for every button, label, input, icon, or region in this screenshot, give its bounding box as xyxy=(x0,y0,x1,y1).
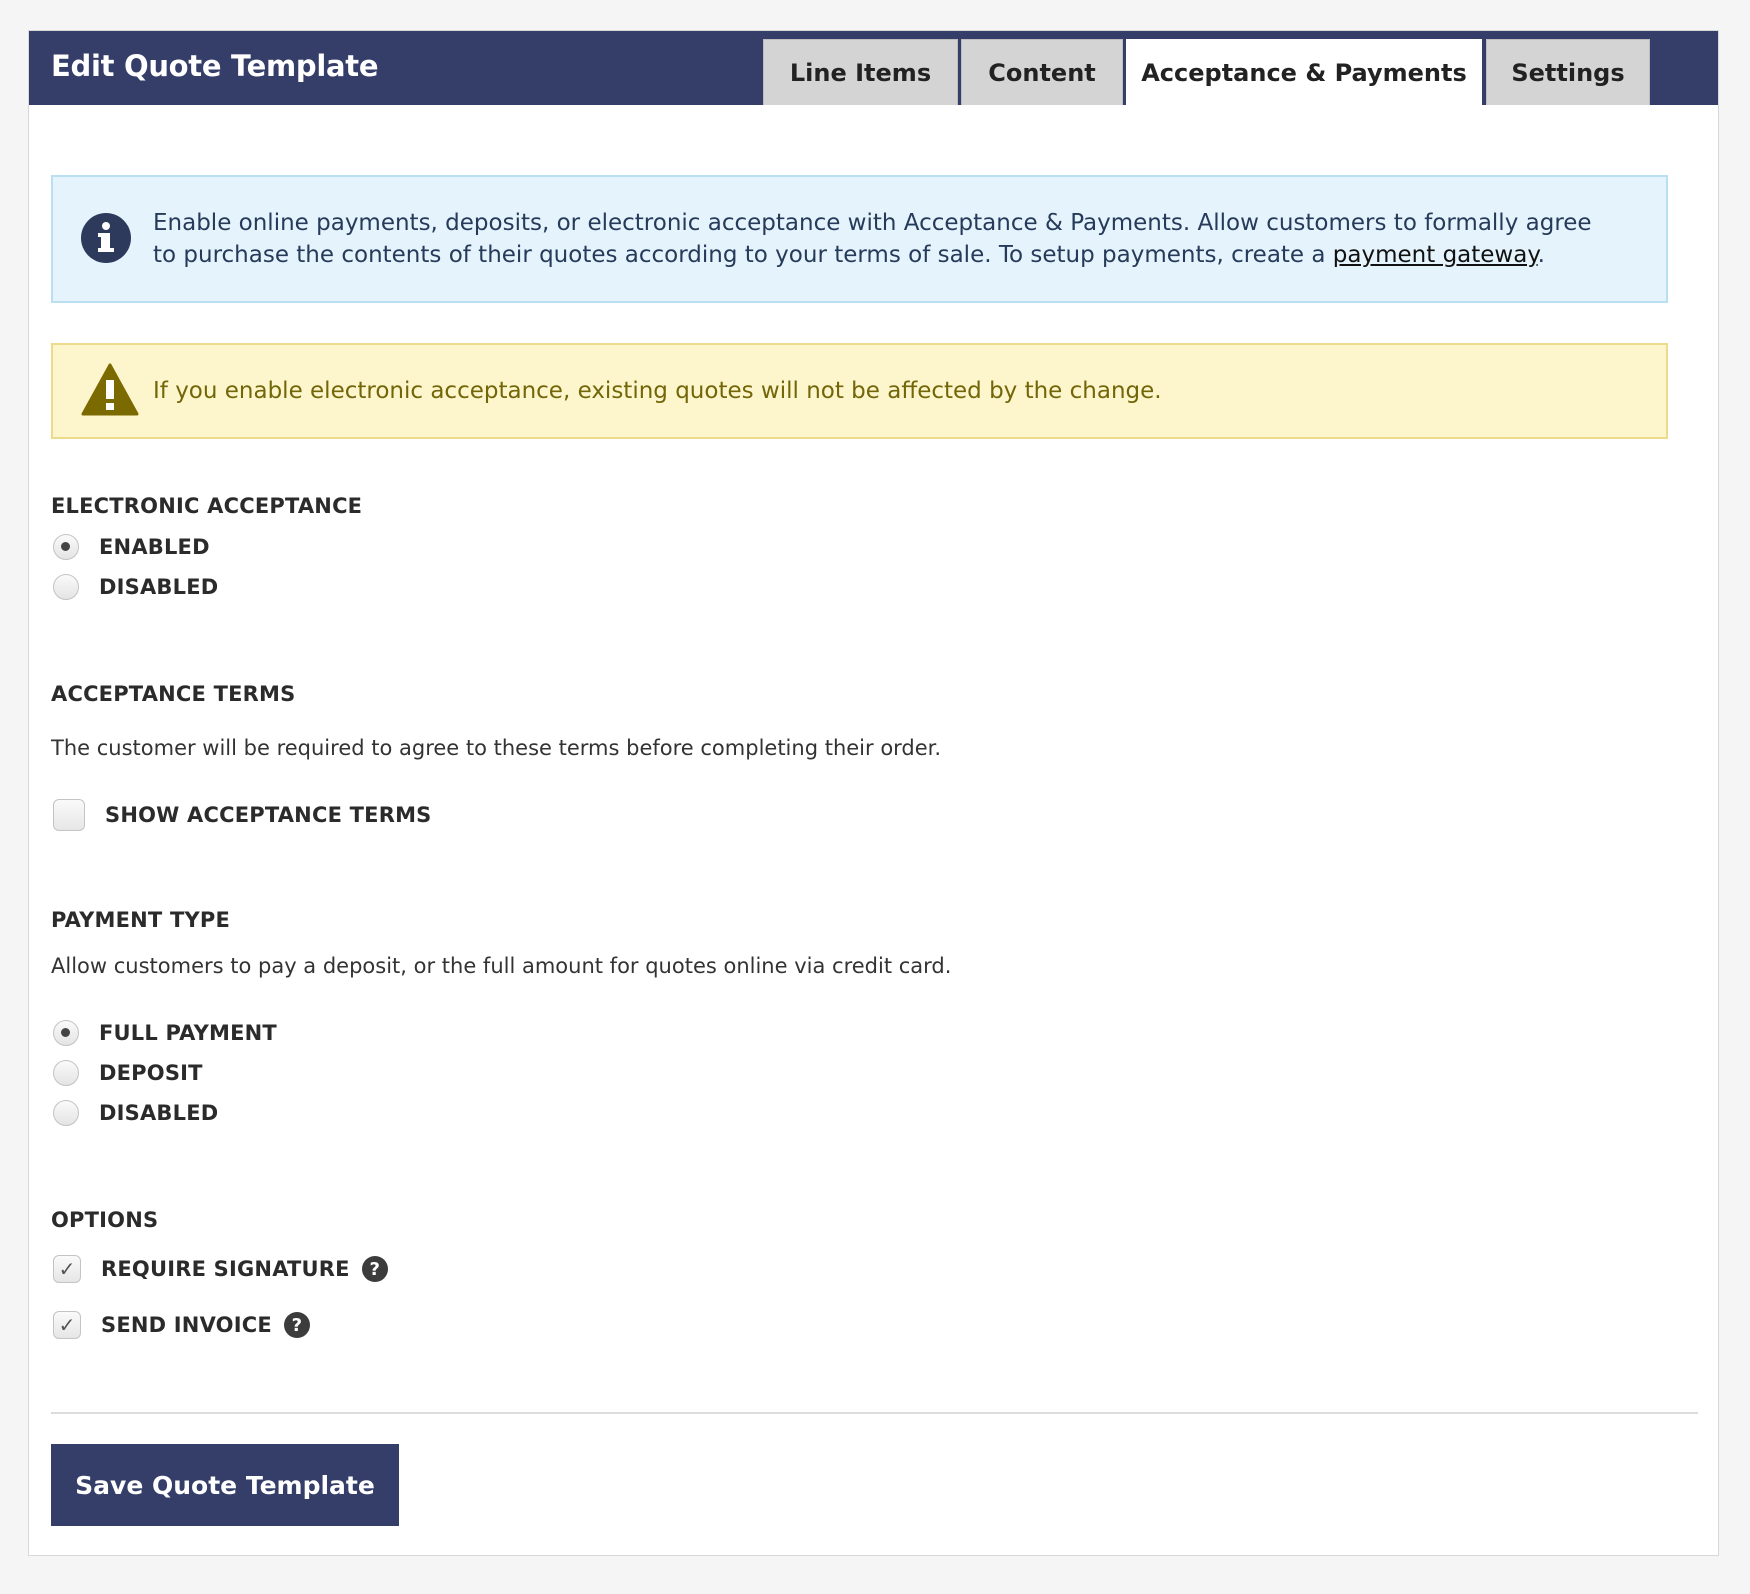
electronic-acceptance-enabled-radio[interactable] xyxy=(53,534,79,560)
payment-disabled-option[interactable]: DISABLED xyxy=(53,1097,218,1129)
save-quote-template-button[interactable]: Save Quote Template xyxy=(51,1444,399,1526)
send-invoice-help-icon[interactable]: ? xyxy=(283,1312,310,1338)
payment-deposit-label: DEPOSIT xyxy=(99,1061,203,1085)
payment-gateway-link[interactable]: payment gateway xyxy=(1333,242,1538,268)
require-signature-help-icon[interactable]: ? xyxy=(361,1256,388,1282)
acceptance-terms-heading: ACCEPTANCE TERMS xyxy=(51,682,296,706)
warning-alert: If you enable electronic acceptance, exi… xyxy=(51,343,1668,439)
tab-acceptance-payments[interactable]: Acceptance & Payments xyxy=(1126,39,1482,105)
payment-disabled-radio[interactable] xyxy=(53,1100,79,1126)
show-acceptance-terms-checkbox[interactable] xyxy=(53,799,85,831)
info-alert-period: . xyxy=(1537,242,1545,268)
send-invoice-label: SEND INVOICE xyxy=(101,1313,272,1337)
tab-content[interactable]: Content xyxy=(961,39,1123,105)
require-signature-checkbox[interactable]: ✓ xyxy=(53,1255,81,1283)
electronic-acceptance-heading: ELECTRONIC ACCEPTANCE xyxy=(51,494,363,518)
footer-divider xyxy=(51,1412,1698,1414)
quote-template-panel: Edit Quote Template Line Items Content A… xyxy=(28,30,1719,1556)
info-icon xyxy=(81,213,131,272)
page-title: Edit Quote Template xyxy=(51,49,379,83)
warning-alert-text: If you enable electronic acceptance, exi… xyxy=(153,378,1162,404)
send-invoice-checkbox[interactable]: ✓ xyxy=(53,1311,81,1339)
payment-deposit-radio[interactable] xyxy=(53,1060,79,1086)
payment-full-option[interactable]: FULL PAYMENT xyxy=(53,1017,277,1049)
tab-settings[interactable]: Settings xyxy=(1486,39,1650,105)
info-alert-text: Enable online payments, deposits, or ele… xyxy=(153,207,1616,271)
options-heading: OPTIONS xyxy=(51,1208,159,1232)
electronic-acceptance-disabled-radio[interactable] xyxy=(53,574,79,600)
electronic-acceptance-enabled-label: ENABLED xyxy=(99,535,210,559)
panel-header: Edit Quote Template Line Items Content A… xyxy=(29,31,1718,105)
warning-icon xyxy=(81,363,139,426)
payment-full-radio[interactable] xyxy=(53,1020,79,1046)
payment-disabled-label: DISABLED xyxy=(99,1101,219,1125)
tab-line-items[interactable]: Line Items xyxy=(763,39,958,105)
payment-type-heading: PAYMENT TYPE xyxy=(51,908,231,932)
show-acceptance-terms-label: SHOW ACCEPTANCE TERMS xyxy=(105,803,432,827)
electronic-acceptance-enabled-option[interactable]: ENABLED xyxy=(53,531,210,563)
acceptance-terms-description: The customer will be required to agree t… xyxy=(51,736,942,760)
payment-type-description: Allow customers to pay a deposit, or the… xyxy=(51,954,952,978)
require-signature-option[interactable]: ✓ REQUIRE SIGNATURE ? xyxy=(53,1253,388,1285)
require-signature-label: REQUIRE SIGNATURE xyxy=(101,1257,350,1281)
electronic-acceptance-disabled-label: DISABLED xyxy=(99,575,219,599)
electronic-acceptance-disabled-option[interactable]: DISABLED xyxy=(53,571,218,603)
info-alert: Enable online payments, deposits, or ele… xyxy=(51,175,1668,303)
payment-full-label: FULL PAYMENT xyxy=(99,1021,277,1045)
send-invoice-option[interactable]: ✓ SEND INVOICE ? xyxy=(53,1309,310,1341)
show-acceptance-terms-option[interactable]: SHOW ACCEPTANCE TERMS xyxy=(53,799,432,831)
payment-deposit-option[interactable]: DEPOSIT xyxy=(53,1057,203,1089)
